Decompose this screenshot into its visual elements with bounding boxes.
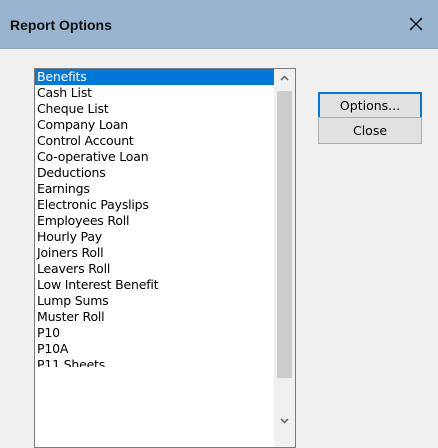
list-item[interactable]: P10 [35,325,275,341]
list-item[interactable]: Benefits [35,69,275,85]
list-item[interactable]: Employees Roll [35,213,275,229]
report-options-dialog: Report Options Benefits Cash List Cheque L… [0,0,438,448]
chevron-down-icon[interactable] [274,412,295,430]
list-item[interactable]: Hourly Pay [35,229,275,245]
list-item[interactable]: Company Loan [35,117,275,133]
close-icon[interactable] [404,12,428,36]
options-button[interactable]: Options... [318,92,422,119]
title-bar[interactable]: Report Options [0,0,438,49]
dialog-title: Report Options [10,17,112,33]
scrollbar-thumb[interactable] [277,91,292,378]
chevron-up-icon[interactable] [274,69,295,87]
vertical-scrollbar[interactable] [274,69,295,447]
list-item[interactable]: Leavers Roll [35,261,275,277]
list-item[interactable]: Deductions [35,165,275,181]
list-item[interactable]: P11 Sheets [35,357,275,367]
close-button[interactable]: Close [318,117,422,144]
list-item[interactable]: Cash List [35,85,275,101]
list-item[interactable]: Earnings [35,181,275,197]
list-item[interactable]: Muster Roll [35,309,275,325]
list-item[interactable]: Joiners Roll [35,245,275,261]
list-item[interactable]: Low Interest Benefit [35,277,275,293]
list-item[interactable]: Electronic Payslips [35,197,275,213]
list-item[interactable]: Cheque List [35,101,275,117]
list-item[interactable]: P10A [35,341,275,357]
report-list-items: Benefits Cash List Cheque List Company Loan… [35,69,275,367]
list-item[interactable]: Co-operative Loan [35,149,275,165]
report-list[interactable]: Benefits Cash List Cheque List Company Loan… [34,68,296,448]
list-item[interactable]: Control Account [35,133,275,149]
list-item[interactable]: Lump Sums [35,293,275,309]
